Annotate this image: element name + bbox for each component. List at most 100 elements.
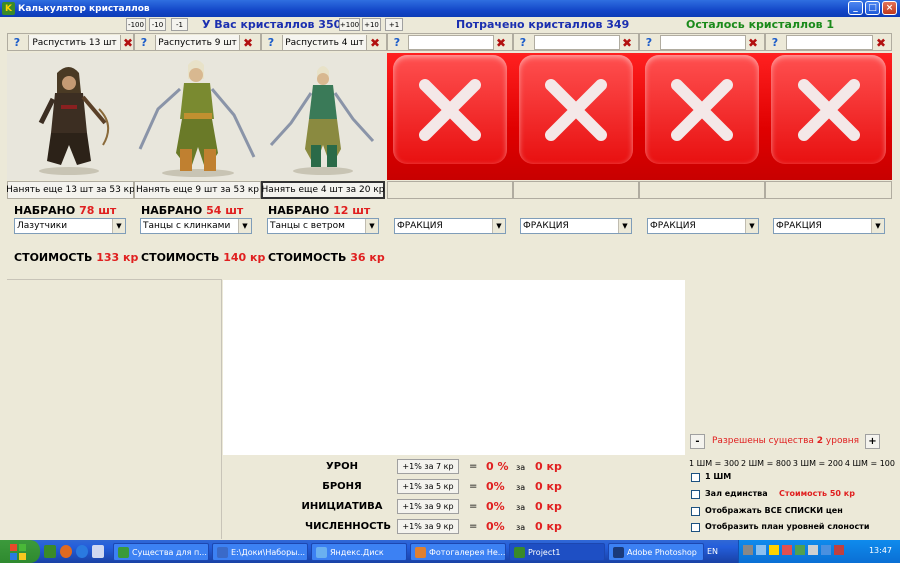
- creature-portrait-2[interactable]: [134, 53, 261, 180]
- initiative-cost: 0 кр: [535, 500, 562, 513]
- chevron-down-icon: ▼: [871, 219, 884, 233]
- stat-label-armor: БРОНЯ: [322, 481, 362, 492]
- faction-select-2[interactable]: Танцы с клинками ▼: [140, 218, 252, 234]
- remove-slot-button[interactable]: ✖: [494, 35, 508, 50]
- clock: 13:47: [868, 546, 892, 555]
- faction-select-6[interactable]: ФРАКЦИЯ ▼: [647, 218, 759, 234]
- level-plus-button[interactable]: +: [865, 434, 880, 449]
- hire-button-5[interactable]: [513, 181, 639, 199]
- update-icon[interactable]: [795, 545, 805, 555]
- level-minus-button[interactable]: -: [690, 434, 705, 449]
- stat-label-count: ЧИСЛЕННОСТЬ: [305, 521, 391, 532]
- hire-button-4[interactable]: [387, 181, 513, 199]
- armor-upgrade-button[interactable]: +1% за 5 кр: [397, 479, 459, 494]
- cloud-icon: [316, 546, 327, 558]
- bluetooth-icon[interactable]: [821, 545, 831, 555]
- antivirus-icon[interactable]: [834, 545, 844, 555]
- desktop-icon[interactable]: [92, 545, 104, 558]
- remove-slot-button[interactable]: ✖: [874, 35, 888, 50]
- sm1-checkbox[interactable]: [691, 473, 700, 482]
- faction-select-5[interactable]: ФРАКЦИЯ ▼: [520, 218, 632, 234]
- start-button[interactable]: [0, 540, 40, 563]
- signal-icon[interactable]: [769, 545, 779, 555]
- task-button-3[interactable]: Яндекс.Диск: [311, 543, 407, 561]
- language-indicator[interactable]: EN: [707, 547, 718, 556]
- empty-slot-7[interactable]: [765, 53, 892, 180]
- network-icon[interactable]: [743, 545, 753, 555]
- unity-hall-checkbox[interactable]: [691, 490, 700, 499]
- help-button[interactable]: ?: [263, 35, 279, 50]
- remove-slot-button[interactable]: ✖: [746, 35, 760, 50]
- count-cost: 0 кр: [535, 520, 562, 533]
- dismiss-button[interactable]: Распустить 4 шт: [282, 35, 367, 50]
- faction-select-4[interactable]: ФРАКЦИЯ ▼: [394, 218, 506, 234]
- plus-1-button[interactable]: +1: [385, 18, 403, 31]
- stat-label-damage: УРОН: [326, 461, 358, 472]
- equals-sign: =: [469, 521, 478, 532]
- slot-cost-1: СТОИМОСТЬ 133 кр: [14, 251, 139, 264]
- maximize-button[interactable]: □: [865, 1, 880, 15]
- hire-button-7[interactable]: [765, 181, 892, 199]
- minus-100-button[interactable]: -100: [126, 18, 146, 31]
- chevron-down-icon: ▼: [238, 219, 251, 233]
- equals-sign: =: [469, 501, 478, 512]
- remove-slot-button[interactable]: ✖: [620, 35, 634, 50]
- cloud-tray-icon[interactable]: [756, 545, 766, 555]
- hire-button-3[interactable]: Нанять еще 4 шт за 20 кр: [261, 181, 385, 199]
- plus-10-button[interactable]: +10: [362, 18, 381, 31]
- empty-slot-4[interactable]: [387, 53, 513, 180]
- hire-button-1[interactable]: Нанять еще 13 шт за 53 кр: [6, 181, 135, 199]
- task-button-1[interactable]: Существа для п...: [113, 543, 209, 561]
- help-button[interactable]: ?: [136, 35, 152, 50]
- chevron-down-icon: ▼: [112, 219, 125, 233]
- ie-icon[interactable]: [76, 545, 88, 558]
- firefox-icon[interactable]: [60, 545, 72, 558]
- empty-dismiss-field: [534, 35, 620, 50]
- task-button-5[interactable]: Project1: [509, 543, 605, 561]
- plus-100-button[interactable]: +100: [339, 18, 360, 31]
- slot-header-3: ? Распустить 4 шт ✖: [261, 33, 387, 51]
- empty-slot-6[interactable]: [639, 53, 765, 180]
- faction-select-1[interactable]: Лазутчики ▼: [14, 218, 126, 234]
- help-button[interactable]: ?: [641, 35, 657, 50]
- system-tray: 13:47: [738, 540, 900, 563]
- equals-sign: =: [469, 481, 478, 492]
- faction-select-3[interactable]: Танцы с ветром ▼: [267, 218, 379, 234]
- hire-button-6[interactable]: [639, 181, 765, 199]
- task-button-2[interactable]: E:\Доки\Наборы...: [212, 543, 308, 561]
- initiative-upgrade-button[interactable]: +1% за 9 кр: [397, 499, 459, 514]
- show-all-prices-checkbox[interactable]: [691, 507, 700, 516]
- help-button[interactable]: ?: [9, 35, 25, 50]
- show-plan-checkbox[interactable]: [691, 523, 700, 532]
- equals-sign: =: [469, 461, 478, 472]
- help-button[interactable]: ?: [767, 35, 783, 50]
- chevron-down-icon: ▼: [618, 219, 631, 233]
- hire-button-2[interactable]: Нанять еще 9 шт за 53 кр: [134, 181, 261, 199]
- task-button-6[interactable]: Adobe Photoshop: [608, 543, 704, 561]
- close-button[interactable]: ×: [882, 1, 897, 15]
- faction-select-7[interactable]: ФРАКЦИЯ ▼: [773, 218, 885, 234]
- dismiss-button[interactable]: Распустить 9 шт: [155, 35, 240, 50]
- minimize-button[interactable]: _: [848, 1, 863, 15]
- shield-icon[interactable]: [782, 545, 792, 555]
- remove-slot-button[interactable]: ✖: [368, 35, 382, 50]
- help-button[interactable]: ?: [515, 35, 531, 50]
- delphi-icon[interactable]: [44, 545, 56, 558]
- volume-icon[interactable]: [808, 545, 818, 555]
- remove-slot-button[interactable]: ✖: [121, 35, 135, 50]
- damage-upgrade-button[interactable]: +1% за 7 кр: [397, 459, 459, 474]
- count-upgrade-button[interactable]: +1% за 9 кр: [397, 519, 459, 534]
- sm-rate-4: 4 ШМ = 100: [844, 459, 895, 468]
- empty-slot-5[interactable]: [513, 53, 639, 180]
- slot-header-2: ? Распустить 9 шт ✖: [134, 33, 261, 51]
- creature-portrait-3[interactable]: [261, 53, 387, 180]
- creature-portrait-1[interactable]: [7, 53, 134, 180]
- task-button-4[interactable]: Фотогалерея Не...: [410, 543, 506, 561]
- dismiss-button[interactable]: Распустить 13 шт: [28, 35, 121, 50]
- for-label: за: [516, 523, 526, 532]
- minus-1-button[interactable]: -1: [171, 18, 188, 31]
- remove-slot-button[interactable]: ✖: [241, 35, 255, 50]
- minus-10-button[interactable]: -10: [149, 18, 166, 31]
- help-button[interactable]: ?: [389, 35, 405, 50]
- hooded-archer-icon: [38, 67, 110, 175]
